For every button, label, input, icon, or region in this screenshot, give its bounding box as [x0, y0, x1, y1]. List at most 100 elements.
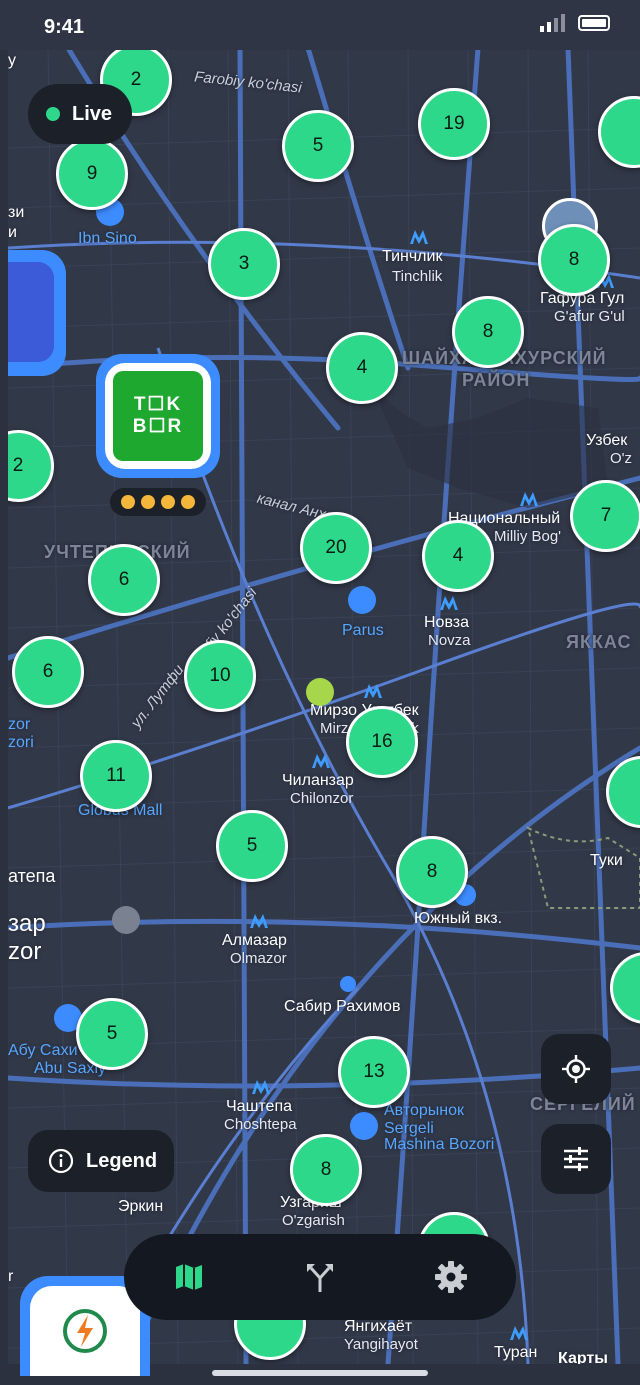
charger-cluster[interactable]: 20	[300, 512, 372, 584]
metro-label: Milliy Bog'	[494, 528, 562, 545]
sliders-icon	[564, 1147, 588, 1171]
charger-cluster[interactable]: 6	[88, 544, 160, 616]
metro-label: O'zgarish	[282, 1212, 345, 1229]
tokbor-logo-line1: T☐K	[133, 394, 183, 415]
metro-icon	[364, 684, 382, 698]
metro-label: G'afur G'ul	[554, 308, 625, 325]
area-label: атепа	[8, 866, 56, 886]
legend-button[interactable]: Legend	[28, 1130, 174, 1192]
metro-label: Новза	[424, 614, 470, 631]
charger-cluster[interactable]: 13	[338, 1036, 410, 1108]
operator-logo	[8, 262, 54, 362]
edge-label: зи	[8, 204, 25, 221]
rating-dot	[181, 495, 195, 509]
rating-dot	[141, 495, 155, 509]
metro-icon	[252, 1080, 270, 1094]
metro-label: Chilonzor	[290, 790, 354, 807]
poi-label: Parus	[342, 622, 384, 639]
charger-cluster[interactable]: 5	[216, 810, 288, 882]
charger-cluster[interactable]: 10	[184, 640, 256, 712]
metro-label: Чиланзар	[282, 772, 354, 789]
poi-label: Абу Сахи	[8, 1042, 78, 1059]
edge-label: y	[8, 52, 16, 69]
home-indicator	[212, 1370, 428, 1376]
stop-label: Сабир Рахимов	[284, 998, 401, 1015]
metro-icon	[410, 230, 428, 244]
crosshair-icon	[562, 1055, 590, 1083]
poi-label: Авторынок	[384, 1102, 464, 1119]
charger-cluster[interactable]: 6	[12, 636, 84, 708]
area-label: zor	[8, 938, 42, 965]
bus-stop-icon	[340, 976, 356, 992]
station-label: Южный вкз.	[414, 910, 503, 927]
nav-settings-tab[interactable]	[421, 1247, 481, 1307]
watermark-label: Карты	[558, 1350, 608, 1364]
metro-label: Туран	[494, 1344, 538, 1361]
park-icon	[306, 678, 334, 706]
area-label: Янгихаёт	[344, 1318, 413, 1335]
bottom-navigation	[124, 1234, 516, 1320]
metro-icon	[520, 492, 538, 506]
rating-badge	[110, 488, 206, 516]
charger-cluster[interactable]: 7	[570, 480, 640, 552]
status-icons	[540, 14, 610, 32]
charger-card-logo-frame	[30, 1286, 140, 1376]
live-label: Live	[72, 102, 113, 125]
metro-label: O'z	[610, 450, 633, 467]
metro-label: Choshtepa	[224, 1116, 297, 1133]
metro-label: Чаштепа	[226, 1098, 293, 1115]
charger-cluster[interactable]: 5	[76, 998, 148, 1070]
district-label: ЯККАС	[566, 632, 632, 652]
car-icon	[350, 1112, 378, 1140]
tokbor-logo-frame: T☐K B☐R	[105, 363, 211, 469]
battery-icon	[578, 15, 610, 31]
operator-marker-partial[interactable]	[8, 250, 66, 376]
metro-label: Novza	[428, 632, 471, 649]
charger-cluster[interactable]: 11	[80, 740, 152, 812]
tokbor-logo: T☐K B☐R	[113, 371, 203, 461]
map-icon	[176, 1264, 203, 1290]
tokbor-operator-marker[interactable]: T☐K B☐R	[96, 354, 220, 478]
charger-cluster[interactable]: 5	[282, 110, 354, 182]
metro-label: Olmazor	[230, 950, 287, 967]
charger-cluster[interactable]: 8	[538, 224, 610, 296]
charger-cluster[interactable]: 16	[346, 706, 418, 778]
live-indicator[interactable]: Live	[28, 84, 132, 144]
nav-map-tab[interactable]	[159, 1247, 219, 1307]
app-screen: 9:41 Farobiy ko'chasi Ibn Sino Тинчлик T…	[0, 0, 640, 1385]
gear-icon	[434, 1261, 467, 1293]
charger-cluster[interactable]: 8	[290, 1134, 362, 1206]
route-fork-icon	[306, 1264, 333, 1292]
charger-cluster[interactable]: 8	[452, 296, 524, 368]
rating-dot	[121, 495, 135, 509]
tokbor-logo-line2: B☐R	[132, 416, 184, 437]
landmark-icon	[112, 906, 140, 934]
charger-cluster[interactable]: 19	[418, 88, 490, 160]
charger-cluster[interactable]: 9	[56, 138, 128, 210]
ev-charger-logo-icon	[63, 1309, 107, 1353]
status-bar: 9:41	[0, 0, 640, 50]
legend-label: Legend	[86, 1149, 158, 1172]
edge-label: и	[8, 224, 17, 241]
charger-cluster[interactable]: 4	[326, 332, 398, 404]
signal-icon	[540, 14, 565, 32]
metro-label: Тинчлик	[382, 248, 443, 265]
charger-cluster[interactable]: 3	[208, 228, 280, 300]
mall-icon	[348, 586, 376, 614]
metro-label: Tinchlik	[392, 268, 443, 285]
metro-label: Узбек	[586, 432, 628, 449]
metro-icon	[510, 1326, 528, 1340]
locate-me-button[interactable]	[541, 1034, 611, 1104]
edge-label: r	[8, 1268, 14, 1285]
area-label: зар	[8, 910, 46, 937]
metro-icon	[440, 596, 458, 610]
filter-button[interactable]	[541, 1124, 611, 1194]
nav-route-tab[interactable]	[290, 1247, 350, 1307]
info-icon	[48, 1148, 74, 1174]
charger-cluster[interactable]: 8	[396, 836, 468, 908]
charger-cluster[interactable]: 4	[422, 520, 494, 592]
metro-label: Алмазар	[222, 932, 287, 949]
poi-label: zor	[8, 716, 31, 733]
metro-label: Туки	[590, 852, 623, 869]
metro-icon	[250, 914, 268, 928]
